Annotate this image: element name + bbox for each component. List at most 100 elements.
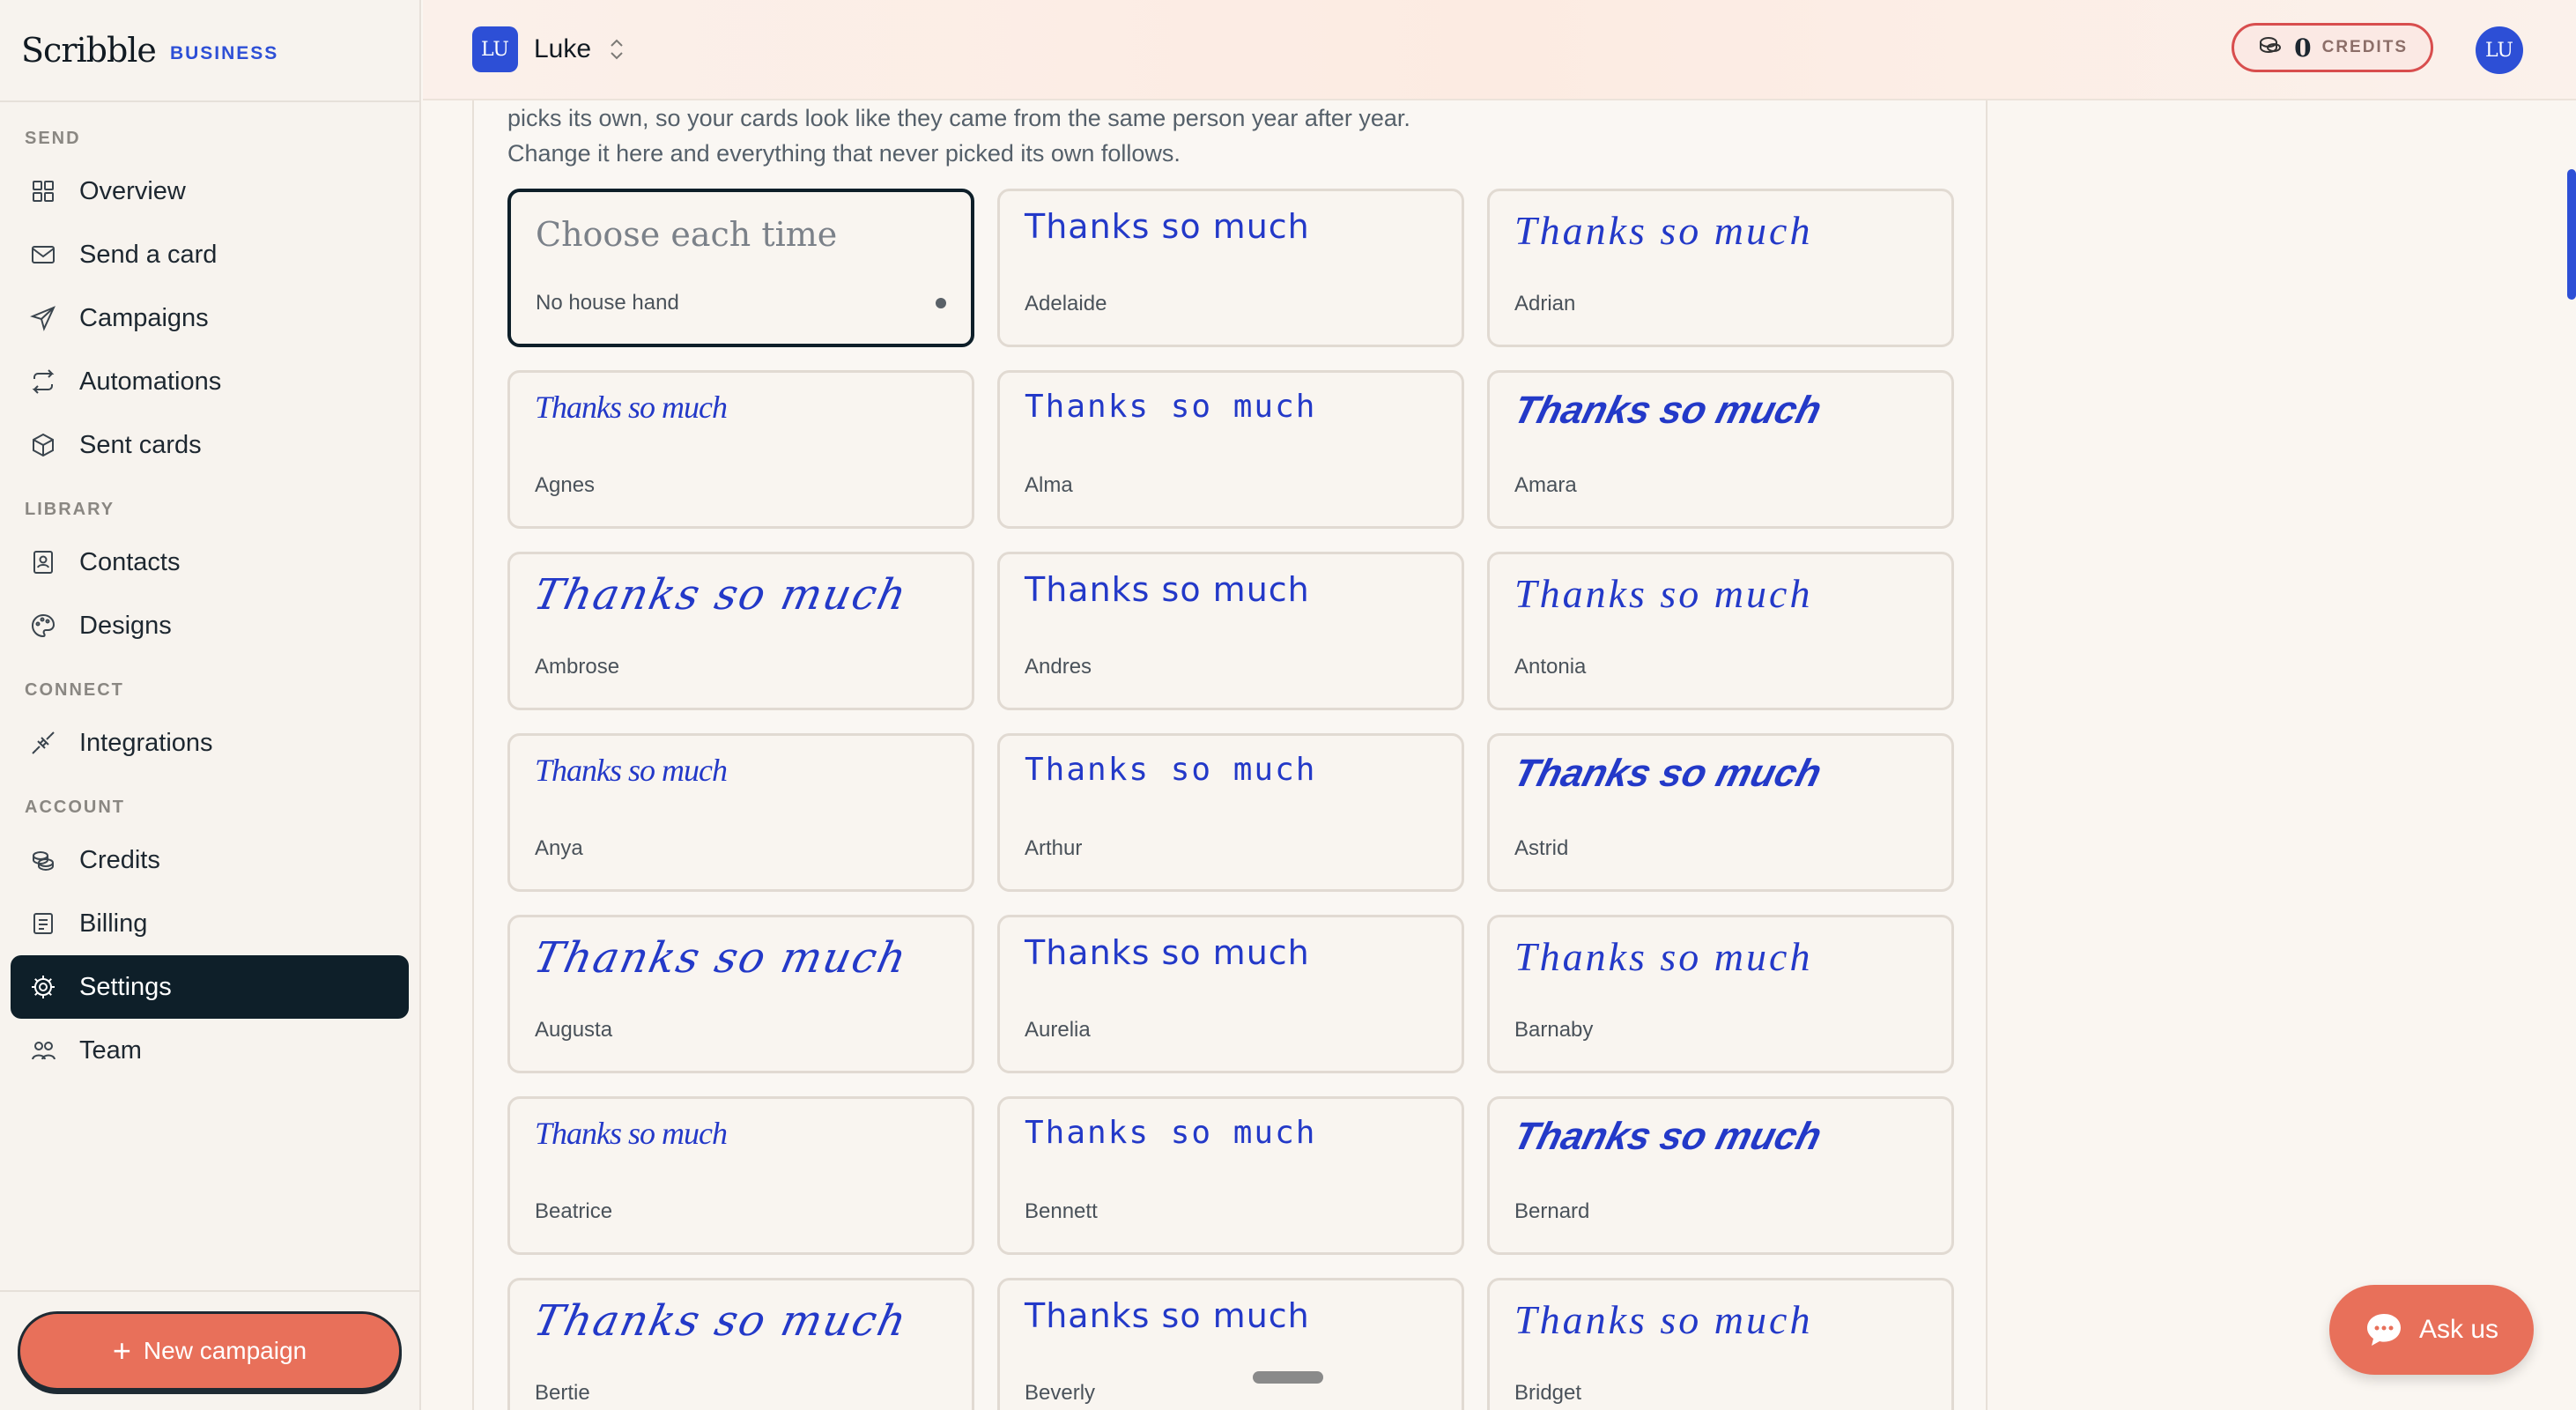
handwriting-sample: Thanks so much [1509,752,1826,795]
handwriting-name: Beverly [1025,1381,1096,1405]
handwriting-name: Bertie [535,1381,590,1405]
handwriting-name: Aurelia [1025,1018,1091,1042]
handwriting-sample: Thanks so much [535,390,728,425]
handwriting-option-card[interactable]: Thanks so much Amara [1487,370,1954,529]
package-icon [30,432,56,458]
receipt-icon [30,910,56,937]
nav-section-heading: ACCOUNT [25,798,125,817]
handwriting-sample: Thanks so much [1025,1115,1317,1151]
handwriting-option-card[interactable]: Thanks so much Beverly [997,1278,1464,1410]
handwriting-sample: Thanks so much [529,933,913,983]
brand-tag: BUSINESS [169,43,279,63]
handwriting-option-card[interactable]: Thanks so much Aurelia [997,915,1464,1073]
handwriting-option-card[interactable]: Thanks so much Bennett [997,1096,1464,1255]
handwriting-option-card[interactable]: Thanks so much Astrid [1487,733,1954,892]
handwriting-name: Amara [1514,473,1577,497]
handwriting-option-card[interactable]: Thanks so much Bridget [1487,1278,1954,1410]
user-avatar[interactable]: LU [2476,26,2523,74]
handwriting-option-card[interactable]: Thanks so much Alma [997,370,1464,529]
paper-plane-icon [30,305,56,331]
handwriting-sample: Thanks so much [535,1116,728,1151]
ask-us-button[interactable]: Ask us [2329,1285,2534,1375]
handwriting-sample: Thanks so much [1509,389,1826,432]
sidebar: Scribble BUSINESS SEND Overview Send a car… [0,0,421,1410]
intro-line-2: Change it here and everything that never… [507,140,1181,167]
handwriting-option-card[interactable]: Thanks so much Adelaide [997,189,1464,347]
handwriting-option-card[interactable]: Thanks so much Barnaby [1487,915,1954,1073]
sidebar-item-label: Integrations [79,728,213,757]
handwriting-option-card[interactable]: Thanks so much Beatrice [507,1096,974,1255]
handwriting-option-card[interactable]: Thanks so much Agnes [507,370,974,529]
credits-badge[interactable]: 0 CREDITS [2232,23,2433,72]
handwriting-sample: Thanks so much [1025,207,1310,246]
users-icon [30,1037,56,1064]
handwriting-sample: Thanks so much [1025,933,1310,972]
handwriting-name: Andres [1025,655,1092,679]
sidebar-item-credits[interactable]: Credits [11,828,409,892]
sidebar-item-label: Team [79,1035,142,1065]
brand[interactable]: Scribble BUSINESS [0,0,419,102]
sidebar-item-automations[interactable]: Automations [11,350,409,413]
handwriting-name: Bennett [1025,1199,1098,1223]
handwriting-option-card[interactable]: Choose each time No house hand [507,189,974,347]
workspace-switcher[interactable]: LU Luke [472,26,625,72]
sidebar-item-sent-cards[interactable]: Sent cards [11,413,409,477]
brand-logo: Scribble [21,31,157,70]
handwriting-name: No house hand [536,291,679,315]
handwriting-option-card[interactable]: Thanks so much Arthur [997,733,1464,892]
sidebar-item-label: Sent cards [79,430,202,459]
sidebar-item-settings[interactable]: Settings [11,955,409,1019]
palette-icon [30,612,56,639]
handwriting-option-card[interactable]: Thanks so much Adrian [1487,189,1954,347]
sidebar-item-contacts[interactable]: Contacts [11,531,409,594]
sidebar-item-billing[interactable]: Billing [11,892,409,955]
handwriting-sample: Thanks so much [1025,1296,1310,1335]
sidebar-item-team[interactable]: Team [11,1019,409,1082]
nav-section-heading: SEND [25,129,81,148]
coins-icon [2257,33,2284,63]
handwriting-sample: Thanks so much [535,753,728,788]
handwriting-option-card[interactable]: Thanks so much Ambrose [507,552,974,710]
handwriting-name: Ambrose [535,655,620,679]
sidebar-item-overview[interactable]: Overview [11,160,409,223]
handwriting-option-card[interactable]: Thanks so much Andres [997,552,1464,710]
handwriting-name: Augusta [535,1018,613,1042]
handwriting-name: Alma [1025,473,1073,497]
sidebar-item-label: Billing [79,909,148,938]
gear-icon [30,974,56,1000]
handwriting-name: Agnes [535,473,596,497]
coins-icon [30,847,56,873]
plug-icon [30,730,56,756]
handwriting-grid: Choose each time No house hand Thanks so m… [507,189,1954,1410]
credits-label: CREDITS [2321,38,2408,56]
sidebar-item-campaigns[interactable]: Campaigns [11,286,409,350]
handwriting-sample: Thanks so much [1025,570,1310,609]
sidebar-item-label: Campaigns [79,303,209,332]
scroll-handle[interactable] [1253,1371,1323,1384]
grid-icon [30,178,56,204]
handwriting-option-card[interactable]: Thanks so much Bernard [1487,1096,1954,1255]
sidebar-item-label: Overview [79,176,186,205]
handwriting-name: Adrian [1514,292,1576,315]
contacts-book-icon [30,549,56,575]
sidebar-item-label: Settings [79,972,172,1001]
sidebar-item-designs[interactable]: Designs [11,594,409,657]
new-campaign-button[interactable]: + New campaign [18,1311,402,1391]
sidebar-item-send-a-card[interactable]: Send a card [11,223,409,286]
handwriting-sample: Thanks so much [1514,934,1813,979]
handwriting-name: Barnaby [1514,1018,1594,1042]
handwriting-name: Astrid [1514,836,1569,860]
sidebar-item-label: Send a card [79,240,218,269]
handwriting-sample: Thanks so much [1509,1115,1826,1158]
handwriting-option-card[interactable]: Thanks so much Augusta [507,915,974,1073]
handwriting-option-card[interactable]: Thanks so much Antonia [1487,552,1954,710]
chevron-up-down-icon [609,36,625,63]
sidebar-item-integrations[interactable]: Integrations [11,711,409,775]
scrollbar-thumb[interactable] [2567,169,2576,300]
handwriting-option-card[interactable]: Thanks so much Bertie [507,1278,974,1410]
workspace-avatar: LU [472,26,518,72]
handwriting-option-card[interactable]: Thanks so much Anya [507,733,974,892]
handwriting-name: Antonia [1514,655,1587,679]
selected-indicator-dot [936,298,946,308]
settings-panel: picks its own, so your cards look like t… [472,100,1988,1410]
